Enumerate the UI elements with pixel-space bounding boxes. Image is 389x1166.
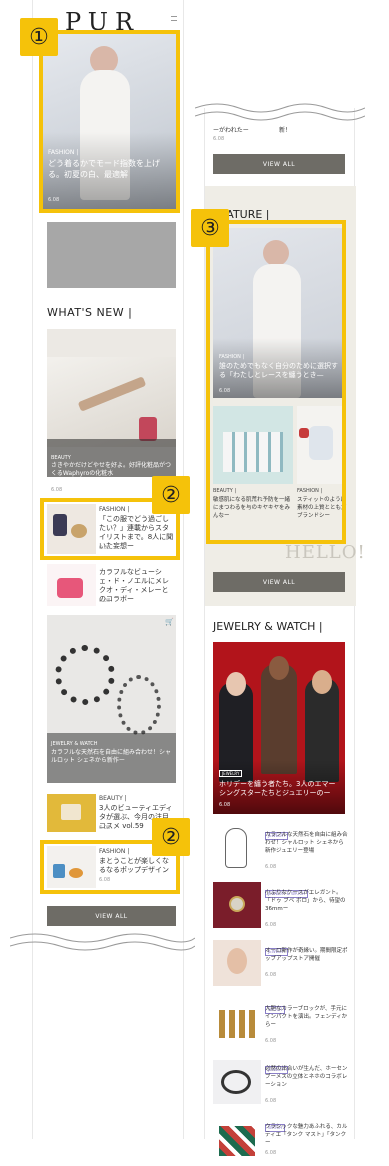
- jewelry-main-card[interactable]: JEWELRY ホリデーを纏う者たち。3人のエマーシングスターたちとジュエリーの…: [213, 642, 345, 814]
- jewelry-item-2-date: 6.08: [265, 922, 277, 928]
- watch-colors: [219, 1126, 255, 1156]
- jewelry-item-5-title: 必然の出合いが生んだ、ホーセンブーメスの立体とネホのコラボレーション: [265, 1066, 348, 1088]
- wave-divider-left: [10, 933, 195, 951]
- highlight-box-1: [39, 30, 180, 213]
- view-all-button-left[interactable]: VIEW ALL: [47, 906, 176, 926]
- jewel-card-category: JEWELRY & WATCH: [51, 741, 98, 747]
- jewelry-main-date: 6.08: [219, 802, 231, 808]
- jewelry-card[interactable]: JEWELRY & WATCH カラフルな天然石を自由に組み合わせ！シャルロット…: [47, 615, 176, 783]
- watch-face: [229, 896, 245, 912]
- big-card-category: BEAUTY: [51, 455, 71, 461]
- list-item-3-category: BEAUTY |: [99, 795, 127, 802]
- model-2-face: [269, 656, 289, 680]
- list-item-2-title[interactable]: カラフルなビューシェ・ド・ノエルにメレクオ・ディ・メレーとのコラボー: [99, 568, 175, 604]
- jewelry-heading: JEWELRY & WATCH |: [213, 620, 323, 633]
- whats-new-heading: WHAT'S NEW |: [47, 306, 133, 319]
- view-all-button-right-2[interactable]: VIEW ALL: [213, 572, 345, 592]
- jewelry-item-6-title: クラシックな魅力あふれる、カルティエ「タンク マスト」「タンクー: [265, 1124, 348, 1146]
- jewelry-item-3[interactable]: JEWELRY オーロ新作が奇縁い。期間限定ポップアップストア開催 6.08: [213, 938, 349, 990]
- big-card-date: 6.08: [51, 487, 63, 493]
- jewelry-item-5-date: 6.08: [265, 1098, 277, 1104]
- badge-3: ③: [191, 209, 229, 247]
- model-3-face: [312, 670, 332, 694]
- cosme-thumb: [61, 804, 81, 820]
- badge-2b: ②: [152, 818, 190, 856]
- jewelry-item-6[interactable]: WATCH クラシックな魅力あふれる、カルティエ「タンク マスト」「タンクー 6…: [213, 1114, 349, 1166]
- wave-divider-right: [195, 103, 365, 121]
- jewel-pieces: [221, 1070, 251, 1094]
- jewel-card-title: カラフルな天然石を自由に組み合わせ！シャルロット シェネから新作ー: [51, 749, 172, 764]
- jewelry-item-1[interactable]: JEWELRY カラフルな天然石を自由に組み合わせ！シャルロット シェネから新作…: [213, 822, 349, 874]
- right-top-item-2[interactable]: 新！: [279, 126, 291, 135]
- hand-sketch: [225, 828, 247, 868]
- necklace-ring-2: [117, 675, 161, 735]
- jewelry-item-4-date: 6.08: [265, 1038, 277, 1044]
- watch-straps: [219, 1010, 255, 1038]
- badge-2a: ②: [152, 476, 190, 514]
- jewelry-item-1-date: 6.08: [265, 864, 277, 870]
- bag-thumb: [57, 578, 83, 598]
- jewelry-main-tag: JEWELRY: [219, 770, 243, 777]
- hello-text: HELLO!: [285, 542, 366, 563]
- view-all-button-right-1[interactable]: VIEW ALL: [213, 154, 345, 174]
- bottle-shape: [139, 417, 157, 441]
- right-top-item-1[interactable]: ーがわれたー: [213, 126, 249, 135]
- model-2: [261, 664, 297, 774]
- jewelry-item-1-title: カラフルな天然石を自由に組み合わせ！シャルロット シェネから新作ジュエリー登場: [265, 832, 348, 854]
- jewelry-item-4[interactable]: WATCH 大胆なカラーブロックが、手元にインパクトを演出。フェンディからー 6…: [213, 996, 349, 1050]
- right-top-item-1-date: 6.08: [213, 136, 225, 142]
- jewelry-thumb-5: [213, 1060, 261, 1104]
- jewelry-item-3-date: 6.08: [265, 972, 277, 978]
- badge-1: ①: [20, 18, 58, 56]
- whats-new-big-card[interactable]: BEAUTY さきやかだけどやせを好よ。好評化粧品がつくるWaphyroの化粧水: [47, 329, 176, 477]
- model-face-thumb: [227, 948, 247, 974]
- cart-icon[interactable]: 🛒: [165, 618, 174, 626]
- ad-placeholder: [47, 222, 176, 288]
- jewelry-thumb-6: [213, 1118, 261, 1162]
- jewelry-main-title: ホリデーを纏う者たち。3人のエマーシングスターたちとジュエリーのー: [219, 780, 336, 797]
- list-item-3-date: 6.08: [99, 825, 111, 831]
- jewelry-item-6-date: 6.08: [265, 1150, 277, 1156]
- list-item-thumb-2[interactable]: [47, 564, 96, 606]
- jewelry-thumb-1: [213, 826, 261, 870]
- jewelry-thumb-3: [213, 940, 261, 986]
- jewelry-thumb-2: [213, 882, 261, 928]
- jewelry-item-4-title: 大胆なカラーブロックが、手元にインパクトを演出。フェンディからー: [265, 1006, 348, 1028]
- jewelry-item-2[interactable]: JEWELRY & WATCH 小ぶりなケースがエレガント。「ドゥ ブベ ボロ」…: [213, 880, 349, 932]
- model-1-face: [226, 672, 246, 696]
- big-card-title: さきやかだけどやせを好よ。好評化粧品がつくるWaphyroの化粧水: [51, 462, 172, 477]
- menu-icon[interactable]: [171, 16, 177, 21]
- list-item-thumb-3[interactable]: [47, 794, 96, 832]
- highlight-box-3: [206, 220, 346, 544]
- jewelry-thumb-4: [213, 1000, 261, 1046]
- list-item-2-date: 6.08: [99, 598, 111, 604]
- jewelry-item-2-title: 小ぶりなケースがエレガント。「ドゥ ブベ ボロ」から、待望の36mmー: [265, 890, 346, 912]
- necklace-ring: [55, 645, 115, 705]
- jewelry-item-3-title: オーロ新作が奇縁い。期間限定ポップアップストア開催: [265, 948, 348, 962]
- jewelry-item-5[interactable]: JEWELRY 必然の出合いが生んだ、ホーセンブーメスの立体とネホのコラボレーシ…: [213, 1056, 349, 1108]
